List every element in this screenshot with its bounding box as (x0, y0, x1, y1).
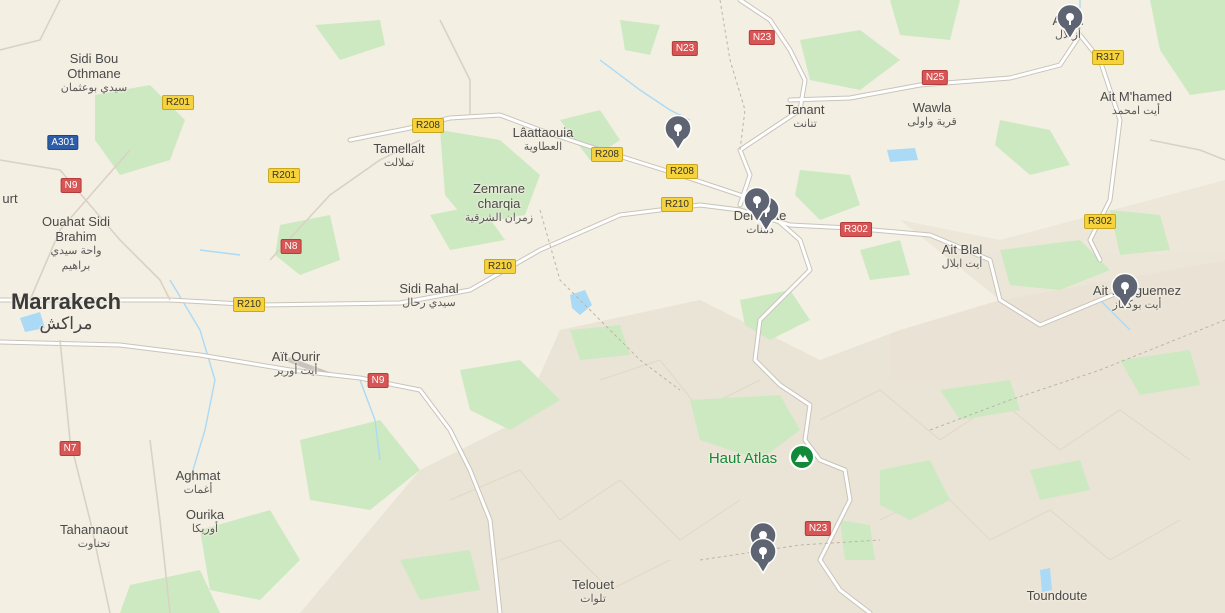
place-name-arabic: قرية واولى (907, 116, 957, 128)
place-name-arabic: واحة سيدي (50, 245, 102, 257)
place-label-aghmat[interactable]: Aghmat أغمات (176, 468, 221, 498)
road-shield: R302 (1084, 214, 1116, 229)
place-label-laattaouia[interactable]: Lâattaouia العطاوية (513, 125, 574, 155)
place-name-arabic: مراكش (39, 314, 93, 333)
road-shield: A301 (47, 135, 79, 150)
place-name: Lâattaouia (512, 125, 574, 140)
place-name: Sidi Rahal (399, 281, 459, 296)
place-name-arabic: تنانت (793, 118, 817, 130)
place-name: Sidi Bou (69, 51, 119, 66)
place-label-tamellalt[interactable]: Tamellalt تملالت (373, 141, 424, 171)
map-pin-icon[interactable] (748, 536, 778, 574)
place-name: Wawla (912, 100, 952, 115)
road-shield: N8 (280, 239, 302, 254)
place-label-ait-ourir[interactable]: Aït Ourir أيت أورير (272, 349, 320, 379)
place-label-tanant[interactable]: Tanant تنانت (785, 102, 824, 132)
map-pin-icon[interactable] (1110, 271, 1140, 309)
place-label-ourika[interactable]: Ourika أوريكا (186, 507, 224, 537)
place-label-wawla[interactable]: Wawla قرية واولى (907, 100, 957, 130)
place-name: Tanant (785, 102, 825, 117)
road-shield: R208 (412, 118, 444, 133)
place-name-arabic: أيت امحمد (1111, 105, 1161, 117)
road-shield: N25 (921, 70, 949, 85)
road-shield: R317 (1092, 50, 1124, 65)
place-label-toundoute[interactable]: Toundoute (1027, 588, 1088, 603)
place-name: Tamellalt (373, 141, 425, 156)
place-name: Brahim (55, 229, 97, 244)
map-pin-icon[interactable] (663, 113, 693, 151)
place-name-arabic: سيدي رحال (402, 297, 456, 309)
road-shield: R201 (162, 95, 194, 110)
place-label-partial-left[interactable]: urt (2, 191, 17, 206)
place-name: Ourika (185, 507, 225, 522)
place-name: Ait M'hamed (1100, 89, 1172, 104)
place-name: Marrakech (10, 289, 122, 314)
place-label-ait-blal[interactable]: Ait Blal أيت ابلال (942, 242, 983, 272)
map-pin-icon[interactable] (742, 185, 772, 223)
place-name-arabic: براهيم (61, 260, 91, 272)
place-name: Othmane (67, 66, 121, 81)
place-name-arabic: أيت أورير (274, 365, 318, 377)
place-name: Ouahat Sidi (42, 214, 110, 229)
place-label-ait-mhamed[interactable]: Ait M'hamed أيت امحمد (1100, 89, 1172, 119)
place-name: Aït Ourir (271, 349, 321, 364)
road-shield: N9 (60, 178, 82, 193)
place-label-sidi-rahal[interactable]: Sidi Rahal سيدي رحال (399, 281, 458, 311)
place-name-arabic: تحناوت (77, 538, 111, 550)
place-label-zemrane-charqia[interactable]: Zemrane charqia زمران الشرقية (465, 181, 533, 226)
map-canvas[interactable]: Sidi Bou Othmane سيدي بوعثمان Tamellalt … (0, 0, 1225, 613)
road-shield: R210 (233, 297, 265, 312)
road-shield: R210 (661, 197, 693, 212)
map-base-layer (0, 0, 1225, 613)
place-name: charqia (477, 196, 521, 211)
road-shield: R208 (666, 164, 698, 179)
road-shield: N7 (59, 441, 81, 456)
road-shield: N9 (367, 373, 389, 388)
place-label-ouahat-sidi-brahim[interactable]: Ouahat Sidi Brahim واحة سيدي براهيم (42, 214, 110, 274)
place-name: Tahannaout (60, 522, 128, 537)
place-name: Toundoute (1026, 588, 1088, 603)
road-shield: N23 (748, 30, 776, 45)
place-name-arabic: تملالت (383, 157, 415, 169)
road-shield: N23 (671, 41, 699, 56)
place-label-sidi-bou-othmane[interactable]: Sidi Bou Othmane سيدي بوعثمان (61, 51, 127, 96)
place-name-arabic: تلوات (580, 593, 606, 605)
landmark-label-haut-atlas[interactable]: Haut Atlas (709, 451, 777, 466)
landmark-name: Haut Atlas (708, 450, 778, 467)
place-name-arabic: أغمات (183, 484, 213, 496)
road-shield: N23 (804, 521, 832, 536)
place-name: Ait Blal (941, 242, 983, 257)
park-mountain-icon[interactable] (789, 444, 815, 470)
place-name-arabic: أيت ابلال (941, 258, 983, 270)
place-name: Aghmat (175, 468, 221, 483)
place-name-arabic: زمران الشرقية (464, 212, 534, 224)
road-shield: R210 (484, 259, 516, 274)
road-shield: R208 (591, 147, 623, 162)
place-name-arabic: العطاوية (523, 141, 563, 153)
place-label-telouet[interactable]: Telouet تلوات (572, 577, 614, 607)
road-shield: R302 (840, 222, 872, 237)
place-name-arabic: أوريكا (191, 523, 219, 535)
road-shield: R201 (268, 168, 300, 183)
place-name-arabic: سيدي بوعثمان (60, 82, 128, 94)
place-label-tahannaout[interactable]: Tahannaout تحناوت (60, 522, 128, 552)
place-name: Telouet (572, 577, 614, 592)
map-pin-icon[interactable] (1055, 2, 1085, 40)
place-name: urt (2, 191, 18, 206)
place-name: Zemrane (472, 181, 526, 196)
place-label-marrakech[interactable]: Marrakech مراكش (11, 290, 121, 334)
